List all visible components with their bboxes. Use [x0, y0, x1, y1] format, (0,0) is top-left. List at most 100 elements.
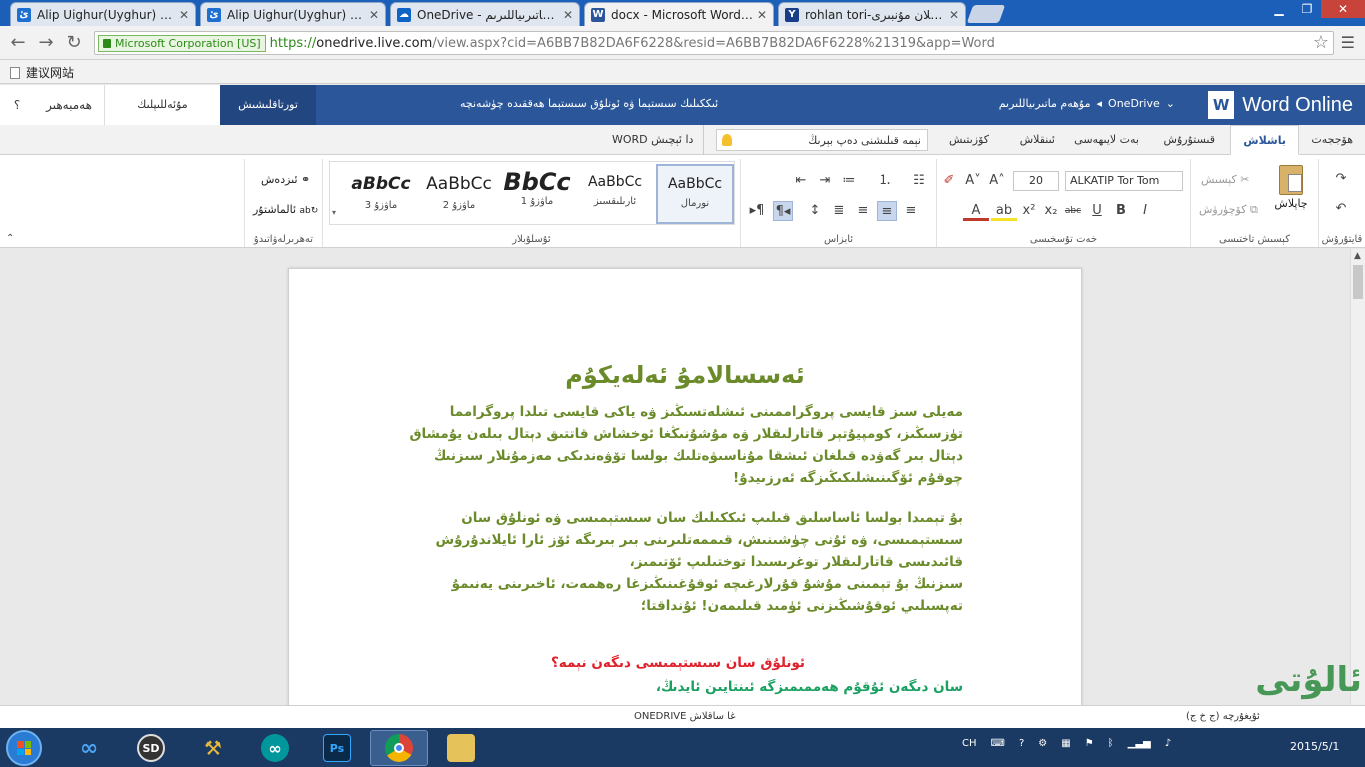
undo-icon[interactable]: ↶ — [1331, 199, 1351, 219]
multilevel-list-icon[interactable]: ≔ — [839, 171, 859, 191]
breadcrumb-folder[interactable]: مۇھەم ماتىرىياللىرىم — [999, 97, 1091, 110]
close-icon[interactable]: ✕ — [369, 8, 379, 22]
shrink-font-icon[interactable]: A˅ — [963, 171, 983, 191]
address-bar[interactable]: Microsoft Corporation [US] https://onedr… — [94, 31, 1334, 55]
ltr-direction-icon[interactable]: ▸¶ — [747, 201, 767, 221]
grow-font-icon[interactable]: A˄ — [987, 171, 1007, 191]
align-left-icon[interactable]: ≡ — [901, 201, 921, 221]
underline-icon[interactable]: U — [1087, 201, 1107, 221]
open-in-word-button[interactable]: WORD دا ئېچىش — [612, 125, 705, 155]
decrease-indent-icon[interactable]: ⇤ — [791, 171, 811, 191]
taskbar-app[interactable] — [432, 730, 490, 766]
tell-me-input[interactable]: نېمە قىلىشنى دەپ بېرىڭ — [716, 129, 928, 151]
maximize-icon[interactable]: ❐ — [1293, 0, 1321, 18]
minimize-icon[interactable]: ▁ — [1265, 0, 1293, 18]
browser-tab[interactable]: ئ Alip Uighur(Uyghur) IT w ✕ — [200, 2, 386, 26]
line-spacing-icon[interactable]: ↕ — [805, 201, 825, 221]
settings-icon[interactable]: ⚙ — [1038, 738, 1047, 749]
browser-tab[interactable]: ئ Alip Uighur(Uyghur) IT w ✕ — [10, 2, 196, 26]
rtl-direction-icon[interactable]: ¶◂ — [773, 201, 793, 221]
document-page[interactable]: ئەسسالامۇ ئەلەيكۇم مەيلى سىز قايسى پروگر… — [288, 268, 1082, 705]
edit-in-browser-button[interactable]: مۇئەللىپلىك ئىجازەتنامىسى — [104, 85, 220, 151]
network-icon[interactable]: ▦ — [1061, 738, 1070, 749]
breadcrumb-onedrive[interactable]: OneDrive — [1108, 97, 1160, 110]
superscript-icon[interactable]: x² — [1019, 201, 1039, 221]
clear-formatting-icon[interactable]: ✐ — [939, 171, 959, 191]
tab-review[interactable]: كۆزىتىش — [937, 125, 1001, 155]
document-title[interactable]: ئىككىلىك سىستېما ۋە ئونلۇق سىستېما ھەققى… — [460, 97, 718, 110]
help-button[interactable]: ؟ — [0, 85, 34, 125]
tab-insert[interactable]: قىستۇرۇش — [1152, 125, 1227, 155]
close-icon[interactable]: ✕ — [757, 8, 767, 22]
browser-tab[interactable]: Y rohlan tori-روھلان مۇنبىرى- ✕ — [778, 2, 966, 26]
font-color-icon[interactable]: A — [963, 201, 989, 221]
window-close-icon[interactable]: ✕ — [1321, 0, 1365, 18]
volume-icon[interactable]: ♪ — [1165, 738, 1171, 749]
style-heading-3[interactable]: aBbCc ماۋزۇ 3 — [342, 164, 420, 224]
scroll-up-icon[interactable]: ▲ — [1354, 251, 1361, 261]
tab-home[interactable]: باشلاش — [1230, 125, 1299, 155]
bookmark-star-icon[interactable]: ☆ — [1313, 32, 1329, 53]
redo-icon[interactable]: ↷ — [1331, 169, 1351, 189]
taskbar-app[interactable]: SD — [122, 730, 180, 766]
chrome-menu-icon[interactable]: ☰ — [1341, 33, 1355, 52]
word-online-brand[interactable]: W Word Online — [1208, 91, 1353, 119]
help-icon[interactable]: ? — [1019, 738, 1024, 749]
taskbar-app[interactable]: Ps — [308, 730, 366, 766]
cut-button[interactable]: كېسىش ✂ — [1201, 173, 1249, 186]
reload-icon[interactable]: ↻ — [64, 33, 84, 53]
gallery-more-icon[interactable]: ▾ — [332, 208, 336, 217]
replace-button[interactable]: ئالماشتۇر ab↻ — [253, 203, 318, 216]
highlight-icon[interactable]: ab — [991, 201, 1017, 221]
back-icon[interactable]: ← — [8, 33, 28, 53]
keyboard-icon[interactable]: ⌨ — [991, 738, 1005, 749]
align-center-icon[interactable]: ≡ — [853, 201, 873, 221]
share-button[interactable]: ھەمبەھىر — [34, 85, 104, 125]
bullets-icon[interactable]: ☷ — [909, 171, 929, 191]
vertical-scrollbar[interactable]: ▲ — [1350, 249, 1365, 705]
style-heading-2[interactable]: AaBbCc ماۋزۇ 2 — [420, 164, 498, 224]
tab-page-layout[interactable]: بەت لايىھەسى — [1062, 125, 1151, 155]
find-button[interactable]: ئىزدەش ⚭ — [261, 173, 310, 186]
clock[interactable]: 2015/5/1 — [1290, 740, 1339, 753]
start-button[interactable] — [6, 730, 42, 766]
bluetooth-icon[interactable]: ᛒ — [1108, 738, 1114, 749]
chevron-down-icon[interactable]: ⌄ — [1166, 97, 1175, 110]
style-normal[interactable]: AaBbCc نورمال — [656, 164, 734, 224]
new-tab-button[interactable] — [966, 5, 1006, 23]
translate-button[interactable]: تورتاقلىشىش — [220, 85, 316, 125]
font-name-select[interactable]: ALKATIP Tor Tom — [1065, 171, 1183, 191]
strikethrough-icon[interactable]: abc — [1063, 201, 1083, 221]
taskbar-app[interactable]: ⚒ — [184, 730, 242, 766]
signal-icon[interactable]: ▁▃▅ — [1128, 738, 1151, 749]
numbering-icon[interactable]: ⒈ — [875, 171, 895, 191]
close-icon[interactable]: ✕ — [179, 8, 189, 22]
justify-icon[interactable]: ≣ — [829, 201, 849, 221]
bold-icon[interactable]: B — [1111, 201, 1131, 221]
close-icon[interactable]: ✕ — [563, 8, 573, 22]
font-size-select[interactable]: 20 — [1013, 171, 1059, 191]
align-right-icon[interactable]: ≡ — [877, 201, 897, 221]
taskbar-app-active[interactable] — [370, 730, 428, 766]
bookmark-item[interactable]: 建议网站 — [10, 64, 74, 81]
forward-icon[interactable]: → — [36, 33, 56, 53]
tab-file[interactable]: ھۆججەت — [1299, 125, 1365, 155]
style-no-spacing[interactable]: AaBbCc ئارىلىقسىز — [576, 164, 654, 224]
taskbar-app[interactable]: ∞ — [246, 730, 304, 766]
browser-tab-active[interactable]: W docx - Microsoft Word O ✕ — [584, 2, 774, 26]
language-indicator[interactable]: ئۇيغۇرچە (ج خ ج) — [1186, 711, 1260, 722]
style-heading-1[interactable]: BbCc ماۋزۇ 1 — [498, 164, 576, 224]
input-language[interactable]: CH — [962, 738, 977, 749]
tab-references[interactable]: ئىنقلاش — [1008, 125, 1067, 155]
taskbar-app[interactable]: ∞ — [60, 730, 118, 766]
italic-icon[interactable]: I — [1135, 201, 1155, 221]
browser-tab[interactable]: ☁ OneDrive - مۇھەم ماتىرىياللىرىم ✕ — [390, 2, 580, 26]
subscript-icon[interactable]: x₂ — [1041, 201, 1061, 221]
paste-button[interactable]: چاپلاش — [1271, 165, 1311, 210]
close-icon[interactable]: ✕ — [949, 8, 959, 22]
scroll-thumb[interactable] — [1353, 265, 1363, 299]
collapse-ribbon-icon[interactable]: ⌃ — [6, 233, 14, 244]
increase-indent-icon[interactable]: ⇥ — [815, 171, 835, 191]
ev-certificate-badge[interactable]: Microsoft Corporation [US] — [98, 34, 266, 52]
copy-button[interactable]: كۆچۈرۈش ⧉ — [1199, 203, 1258, 217]
